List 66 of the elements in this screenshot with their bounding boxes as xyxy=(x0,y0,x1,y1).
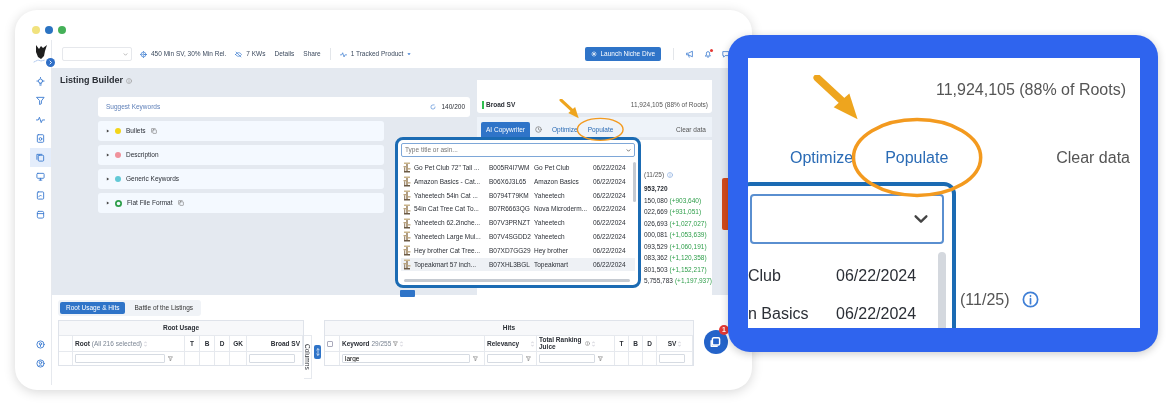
gear-icon[interactable] xyxy=(140,50,147,58)
filter-field[interactable] xyxy=(249,354,295,363)
filter-field[interactable] xyxy=(487,354,523,363)
pulse-icon xyxy=(339,50,347,58)
search-field[interactable] xyxy=(750,194,944,244)
expand-icon[interactable] xyxy=(106,153,110,157)
clock-icon xyxy=(535,126,542,133)
info-icon xyxy=(1021,291,1039,309)
refresh-icon[interactable] xyxy=(429,104,436,110)
filter-field[interactable] xyxy=(539,354,595,363)
expand-icon xyxy=(315,348,320,356)
product-title: Club xyxy=(748,266,782,286)
filter-icon xyxy=(473,356,478,361)
user-icon xyxy=(36,359,45,368)
expand-icon[interactable] xyxy=(106,201,110,205)
window-control[interactable] xyxy=(58,26,66,34)
megaphone-icon[interactable] xyxy=(686,50,694,58)
product-title: n Basics xyxy=(748,304,810,324)
monitor-icon xyxy=(36,172,45,181)
filter-field[interactable] xyxy=(659,354,685,363)
chevron-right-icon xyxy=(48,60,53,65)
column-toggle-button[interactable] xyxy=(314,345,321,359)
date-text: 06/22/2024 xyxy=(836,304,917,324)
expand-icon[interactable] xyxy=(106,177,110,181)
funnel-icon xyxy=(36,96,45,105)
lightbulb-icon xyxy=(36,77,45,86)
bell-icon[interactable] xyxy=(704,50,712,58)
tab[interactable]: Populate xyxy=(885,148,949,168)
scrollbar xyxy=(633,162,636,202)
filter-icon xyxy=(168,356,173,361)
filter-icon xyxy=(526,356,531,361)
window-control[interactable] xyxy=(45,26,53,34)
notepad-icon xyxy=(36,191,45,200)
copy-icon[interactable] xyxy=(150,128,157,134)
chat-icon xyxy=(710,336,722,348)
sidebar-item[interactable] xyxy=(30,148,51,167)
tab[interactable]: Optimize xyxy=(790,148,854,168)
result-count: (11/25) xyxy=(960,290,1010,310)
clear-data-link[interactable]: Clear data xyxy=(1056,148,1130,168)
copy-icon[interactable] xyxy=(177,200,184,206)
info-icon xyxy=(585,341,590,346)
chevron-down-icon xyxy=(626,147,631,153)
checkbox[interactable] xyxy=(327,340,333,347)
document-stack-icon xyxy=(36,153,45,162)
filter-icon xyxy=(598,356,603,361)
filter-field[interactable] xyxy=(75,354,165,363)
pointer-arrow xyxy=(813,75,858,120)
sparkle-icon xyxy=(591,51,598,57)
resize-handle[interactable] xyxy=(400,290,415,297)
summary-value: 11,924,105 (88% of Roots) xyxy=(935,80,1126,100)
chevron-down-icon xyxy=(123,51,128,57)
info-icon xyxy=(126,77,132,84)
help-icon xyxy=(36,340,45,349)
filter-icon xyxy=(393,341,399,346)
document-icon xyxy=(36,134,45,143)
info-icon xyxy=(667,172,674,178)
chat-icon[interactable] xyxy=(722,50,730,58)
hidden-eye-icon[interactable] xyxy=(235,50,243,58)
calendar-icon xyxy=(36,210,45,219)
caret-icon[interactable] xyxy=(407,52,412,56)
page-title: Listing Builder xyxy=(60,75,123,86)
pointer-arrow xyxy=(559,99,579,119)
date-text: 06/22/2024 xyxy=(836,266,917,286)
expand-icon[interactable] xyxy=(106,129,110,133)
pulse-icon xyxy=(36,115,45,124)
expand-button[interactable] xyxy=(46,58,55,67)
